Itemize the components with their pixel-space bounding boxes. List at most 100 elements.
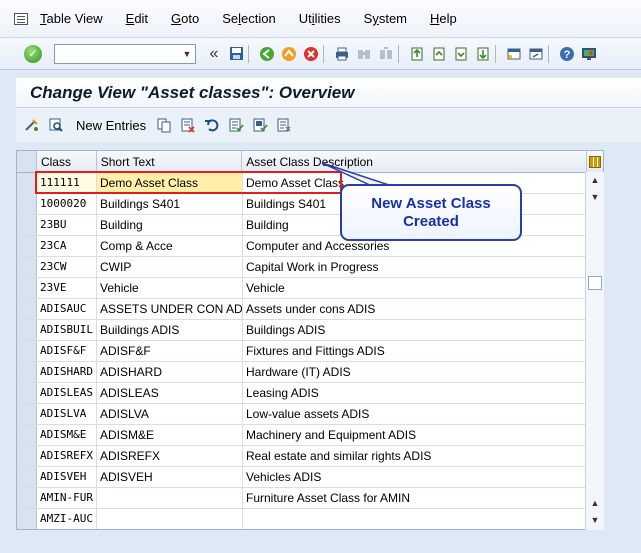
row-selector[interactable] (17, 383, 37, 403)
menu-item-selection[interactable]: Selection (222, 11, 276, 26)
enter-checkmark-icon[interactable]: ✓ (24, 44, 42, 63)
chevron-down-icon[interactable]: ▼ (179, 45, 195, 63)
next-page-icon[interactable] (453, 46, 469, 62)
print-icon[interactable] (334, 46, 350, 62)
undo-change-icon[interactable] (204, 117, 220, 133)
row-selector[interactable] (17, 446, 37, 466)
cell-description[interactable]: Hardware (IT) ADIS (243, 362, 589, 382)
row-selector[interactable] (17, 362, 37, 382)
cell-short-text[interactable]: ADISVEH (97, 467, 243, 487)
scroll-up-icon[interactable]: ▲ (590, 175, 600, 185)
menu-item-system[interactable]: System (364, 11, 407, 26)
cell-short-text[interactable]: ADISLEAS (97, 383, 243, 403)
cell-description[interactable]: Vehicle (243, 278, 589, 298)
column-header-class[interactable]: Class (37, 151, 97, 172)
table-row[interactable]: ADISREFX ADISREFX Real estate and similar … (17, 446, 603, 467)
cell-class[interactable]: ADISLEAS (37, 383, 97, 403)
table-row[interactable]: AMZI-AUC (17, 509, 603, 529)
table-row[interactable]: AMIN-FUR Furniture Asset Class for AMIN (17, 488, 603, 509)
select-block-icon[interactable] (252, 117, 268, 133)
row-selector[interactable] (17, 278, 37, 298)
cell-class[interactable]: 1000020 (37, 194, 97, 214)
row-selector[interactable] (17, 320, 37, 340)
cell-class[interactable]: 23CA (37, 236, 97, 256)
select-all-column[interactable] (17, 151, 37, 172)
column-header-description[interactable]: Asset Class Description (242, 151, 588, 172)
row-selector[interactable] (17, 425, 37, 445)
menu-item-edit[interactable]: Edit (126, 11, 148, 26)
table-row[interactable]: ADISAUC ASSETS UNDER CON ADI Assets under … (17, 299, 603, 320)
cell-short-text[interactable]: ASSETS UNDER CON ADI (97, 299, 243, 319)
cell-short-text[interactable] (97, 509, 243, 529)
cell-short-text[interactable]: ADISHARD (97, 362, 243, 382)
cell-description[interactable]: Fixtures and Fittings ADIS (243, 341, 589, 361)
cell-class[interactable]: ADISREFX (37, 446, 97, 466)
scroll-down-icon[interactable]: ▼ (590, 515, 600, 525)
scroll-page-down-icon[interactable]: ▼ (590, 192, 600, 202)
menu-item-goto[interactable]: Goto (171, 11, 199, 26)
row-selector[interactable] (17, 257, 37, 277)
table-row[interactable]: ADISLEAS ADISLEAS Leasing ADIS (17, 383, 603, 404)
row-selector[interactable] (17, 509, 37, 529)
cell-class[interactable]: ADISM&E (37, 425, 97, 445)
cell-class[interactable]: 23BU (37, 215, 97, 235)
table-row[interactable]: ADISM&E ADISM&E Machinery and Equipment AD… (17, 425, 603, 446)
table-row[interactable]: ADISLVA ADISLVA Low-value assets ADIS (17, 404, 603, 425)
cell-description[interactable] (243, 509, 589, 529)
cell-description[interactable]: Assets under cons ADIS (243, 299, 589, 319)
cell-short-text[interactable]: ADISF&F (97, 341, 243, 361)
find-next-icon[interactable] (378, 46, 394, 62)
cell-short-text[interactable]: Buildings ADIS (97, 320, 243, 340)
cell-class[interactable]: ADISAUC (37, 299, 97, 319)
cell-description[interactable]: Capital Work in Progress (243, 257, 589, 277)
table-settings-icon[interactable] (587, 151, 603, 172)
cell-description[interactable]: Low-value assets ADIS (243, 404, 589, 424)
collapse-arrows-icon[interactable]: « (206, 45, 222, 62)
back-icon[interactable] (259, 46, 275, 62)
cell-short-text[interactable]: Buildings S401 (97, 194, 243, 214)
table-row[interactable]: ADISBUIL Buildings ADIS Buildings ADIS (17, 320, 603, 341)
cell-short-text[interactable]: Building (97, 215, 243, 235)
new-entries-button[interactable]: New Entries (76, 118, 146, 133)
table-row[interactable]: 23VE Vehicle Vehicle (17, 278, 603, 299)
cell-class[interactable]: ADISLVA (37, 404, 97, 424)
cell-class[interactable]: ADISHARD (37, 362, 97, 382)
exit-icon[interactable] (281, 46, 297, 62)
row-selector[interactable] (17, 341, 37, 361)
cell-class[interactable]: 111111 (37, 173, 97, 193)
display-details-icon[interactable] (48, 117, 64, 133)
menu-item-help[interactable]: Help (430, 11, 457, 26)
cell-short-text[interactable]: CWIP (97, 257, 243, 277)
vertical-scrollbar[interactable]: ▲ ▼ ▲ ▼ (585, 172, 604, 530)
cell-class[interactable]: ADISBUIL (37, 320, 97, 340)
cell-description[interactable]: Furniture Asset Class for AMIN (243, 488, 589, 508)
cell-short-text[interactable]: Demo Asset Class (97, 173, 243, 193)
row-selector[interactable] (17, 467, 37, 487)
cell-class[interactable]: AMIN-FUR (37, 488, 97, 508)
row-selector[interactable] (17, 299, 37, 319)
find-icon[interactable] (356, 46, 372, 62)
table-row[interactable]: ADISF&F ADISF&F Fixtures and Fittings ADIS (17, 341, 603, 362)
save-icon[interactable] (228, 46, 244, 62)
cell-description[interactable]: Machinery and Equipment ADIS (243, 425, 589, 445)
menu-item-table-view[interactable]: Table View (40, 11, 103, 26)
table-row[interactable]: ADISVEH ADISVEH Vehicles ADIS (17, 467, 603, 488)
cell-class[interactable]: AMZI-AUC (37, 509, 97, 529)
cancel-icon[interactable] (303, 46, 319, 62)
menu-list-icon[interactable] (14, 12, 28, 25)
cell-class[interactable]: ADISVEH (37, 467, 97, 487)
display-change-icon[interactable] (24, 117, 40, 133)
scroll-page-up-icon[interactable]: ▲ (590, 498, 600, 508)
copy-as-icon[interactable] (156, 117, 172, 133)
row-selector[interactable] (17, 173, 37, 193)
cell-short-text[interactable]: ADISLVA (97, 404, 243, 424)
cell-class[interactable]: ADISF&F (37, 341, 97, 361)
cell-short-text[interactable]: Comp & Acce (97, 236, 243, 256)
cell-description[interactable]: Buildings ADIS (243, 320, 589, 340)
select-all-icon[interactable] (228, 117, 244, 133)
row-selector[interactable] (17, 194, 37, 214)
cell-description[interactable]: Real estate and similar rights ADIS (243, 446, 589, 466)
table-row[interactable]: ADISHARD ADISHARD Hardware (IT) ADIS (17, 362, 603, 383)
first-page-icon[interactable] (409, 46, 425, 62)
command-field[interactable]: ▼ (54, 43, 196, 64)
